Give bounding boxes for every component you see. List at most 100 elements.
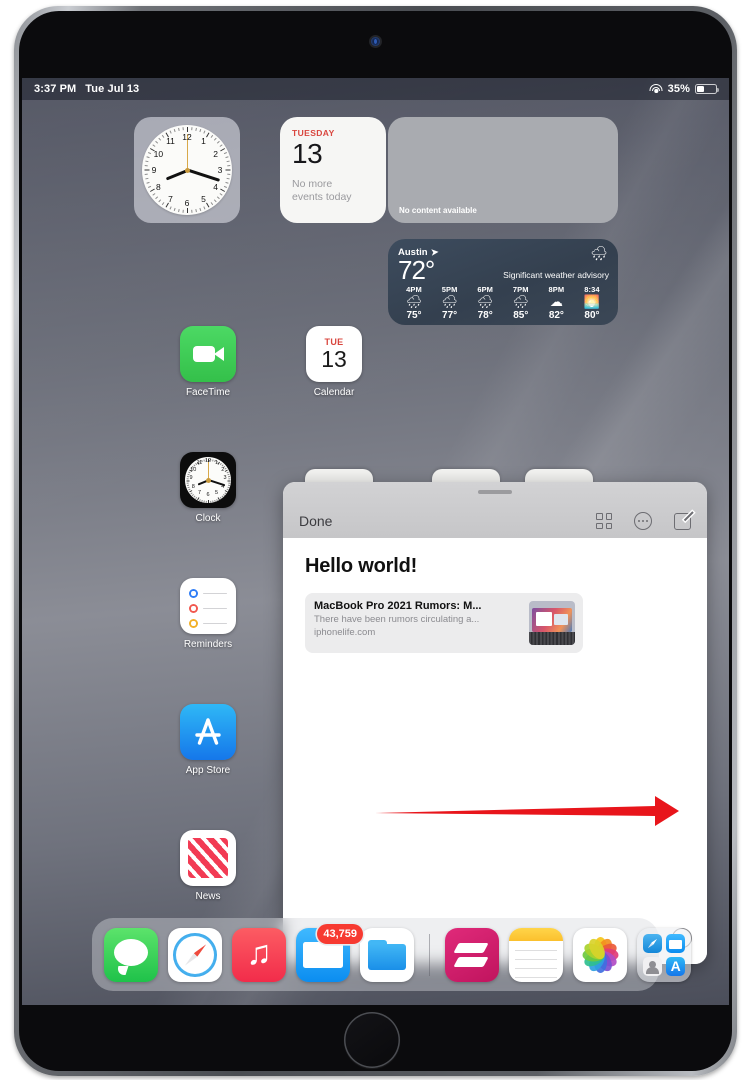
clock-numeral: 9: [189, 475, 193, 481]
done-button[interactable]: Done: [299, 513, 332, 529]
clock-tick: [199, 207, 202, 212]
weather-hour-item: 4PM 🌧 75°: [405, 285, 423, 321]
clock-tick: [212, 500, 214, 503]
calendar-widget[interactable]: TUESDAY 13 No more events today: [280, 117, 386, 223]
clock-tick: [227, 165, 231, 167]
weather-advisory: Significant weather advisory: [503, 270, 609, 280]
clock-tick: [219, 496, 222, 500]
clock-numeral: 10: [190, 466, 197, 473]
clock-numeral: 10: [153, 148, 164, 159]
dock-item-music[interactable]: [232, 927, 286, 982]
clock-numeral: 3: [217, 165, 223, 175]
home-button[interactable]: [344, 1012, 400, 1068]
clock-tick: [221, 495, 224, 498]
app-store-icon: [180, 704, 236, 760]
link-preview-description: There have been rumors circulating a...: [314, 614, 480, 625]
clock-icon: 1 2 3 4 5 6 7 8 9 10 11 12: [180, 452, 236, 508]
dock-item-notes[interactable]: [509, 927, 564, 982]
clock-numeral: 8: [156, 181, 161, 192]
clock-tick: [173, 207, 176, 212]
note-body[interactable]: Hello world! MacBook Pro 2021 Rumors: M.…: [283, 538, 707, 964]
dock: 43,759: [92, 918, 692, 991]
clock-tick: [223, 185, 227, 188]
more-circle-icon[interactable]: [634, 512, 652, 530]
clock-tick: [223, 152, 227, 155]
location-arrow-icon: ➤: [430, 246, 439, 258]
app-icon-reminders[interactable]: Reminders: [162, 578, 254, 650]
folder-icon: [637, 927, 692, 982]
status-date: Tue Jul 13: [85, 83, 140, 95]
empty-widget[interactable]: No content available: [388, 117, 618, 223]
clock-tick: [145, 177, 149, 180]
app-label: Calendar: [313, 387, 355, 398]
clock-tick: [158, 199, 162, 203]
clock-tick: [146, 156, 150, 159]
empty-widget-message: No content available: [399, 206, 477, 215]
clock-tick: [226, 177, 230, 180]
app-icon-facetime[interactable]: FaceTime: [162, 326, 254, 398]
clock-tick: [203, 206, 206, 210]
grid-icon[interactable]: [596, 513, 612, 529]
dock-item-mail[interactable]: 43,759: [296, 923, 363, 982]
mail-badge: 43,759: [317, 923, 363, 944]
dock-item-photos[interactable]: [573, 927, 628, 982]
clock-tick: [178, 127, 180, 132]
clock-tick: [158, 137, 162, 141]
skitch-icon: [445, 927, 500, 982]
calendar-icon-day: 13: [321, 346, 347, 372]
clock-numeral: 1: [201, 136, 206, 147]
battery-icon: [695, 83, 720, 95]
folder-mini-contacts-icon: [643, 956, 663, 976]
clock-numeral: 7: [197, 489, 202, 496]
files-icon: [360, 927, 414, 982]
calendar-widget-day: 13: [292, 138, 323, 169]
app-icon-news[interactable]: News: [162, 830, 254, 902]
app-label: Clock: [195, 513, 221, 524]
clock-tick: [226, 160, 230, 163]
clock-tick: [205, 500, 207, 503]
app-label: Reminders: [183, 639, 233, 650]
note-title: Hello world!: [305, 555, 418, 577]
clock-numeral: 7: [168, 193, 173, 204]
dock-item-skitch[interactable]: [445, 927, 500, 982]
clock-center-pin: [184, 167, 190, 173]
battery-percent: 35%: [667, 83, 690, 95]
clock-tick: [225, 181, 229, 184]
clock-tick: [146, 181, 150, 184]
ipad-screen: 3:37 PM Tue Jul 13 35% 1 2 3 4 5 6 7 8 9 10 11 12 T…: [22, 78, 729, 1005]
clock-tick: [214, 499, 216, 503]
weather-widget[interactable]: Austin ➤ 72° 🌧 Significant weather advis…: [388, 239, 618, 325]
calendar-icon: TUE 13: [306, 326, 362, 382]
messages-icon: [104, 927, 158, 982]
sheet-grabber-handle[interactable]: [478, 490, 512, 494]
dock-item-files[interactable]: [360, 927, 414, 982]
clock-tick: [152, 192, 156, 196]
status-bar: 3:37 PM Tue Jul 13 35%: [22, 78, 729, 100]
clock-tick: [191, 209, 193, 213]
link-preview-title: MacBook Pro 2021 Rumors: M...: [314, 600, 482, 612]
dock-item-folder[interactable]: [637, 927, 692, 982]
clock-tick: [210, 134, 214, 139]
clock-tick: [169, 206, 172, 210]
app-icon-clock[interactable]: 1 2 3 4 5 6 7 8 9 10 11 12 Clock: [162, 452, 254, 524]
folder-mini-app-store-icon: [666, 956, 686, 976]
compose-icon[interactable]: [674, 512, 691, 530]
clock-numeral: 3: [223, 475, 227, 481]
app-icon-calendar[interactable]: TUE 13 Calendar: [288, 326, 380, 398]
clock-tick: [213, 137, 217, 141]
dock-item-safari[interactable]: [168, 927, 222, 982]
app-label: News: [195, 891, 221, 902]
clock-tick: [216, 196, 220, 200]
clock-widget[interactable]: 1 2 3 4 5 6 7 8 9 10 11 12: [134, 117, 240, 223]
rain-cloud-icon: 🌧: [590, 245, 608, 261]
link-preview-card[interactable]: MacBook Pro 2021 Rumors: M... There have…: [305, 593, 583, 653]
weather-hour-item: 8PM ☁ 82°: [548, 285, 565, 321]
clock-numeral: 9: [151, 165, 157, 175]
notes-sheet-header: Done: [283, 482, 707, 538]
calendar-widget-dow: TUESDAY: [292, 128, 335, 138]
dock-item-messages[interactable]: [104, 927, 158, 982]
clock-tick: [145, 160, 149, 163]
app-icon-app-store[interactable]: App Store: [162, 704, 254, 776]
clock-tick: [186, 208, 188, 213]
weather-hour-item: 6PM 🌧 78°: [476, 285, 494, 321]
